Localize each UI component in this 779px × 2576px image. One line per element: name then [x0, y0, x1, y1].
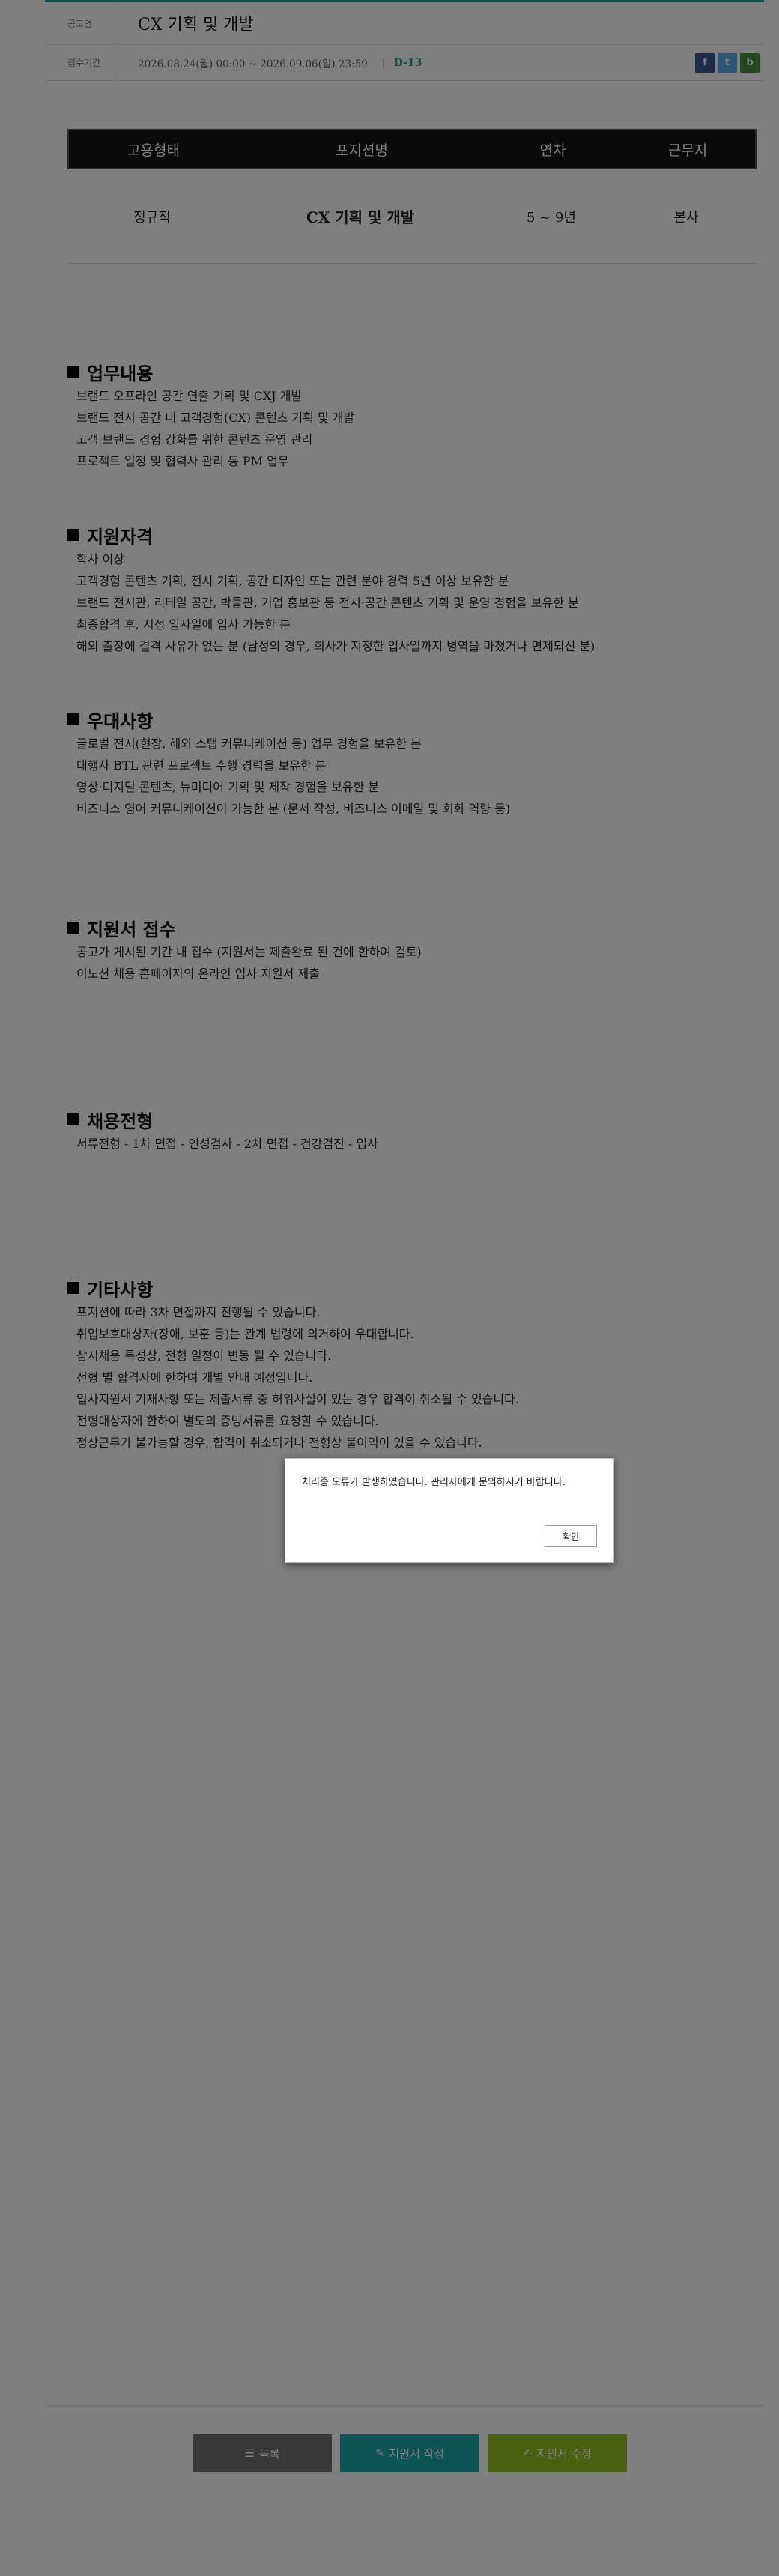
confirm-button[interactable]: 확인 — [545, 1525, 597, 1547]
modal-overlay — [0, 0, 779, 2576]
error-dialog: 처리중 오류가 발생하였습니다. 관리자에게 문의하시기 바랍니다. 확인 — [285, 1458, 614, 1563]
error-message: 처리중 오류가 발생하였습니다. 관리자에게 문의하시기 바랍니다. — [302, 1477, 566, 1488]
